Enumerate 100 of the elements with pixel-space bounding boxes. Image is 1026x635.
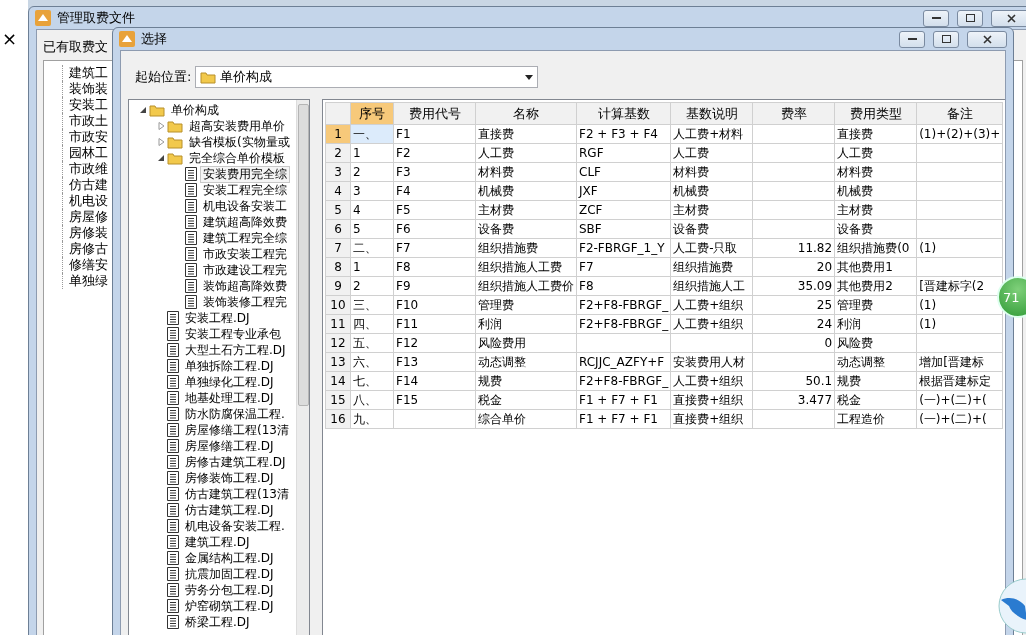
tree-item[interactable]: 大型土石方工程.DJ [182,341,289,359]
column-header[interactable]: 名称 [475,102,577,125]
list-item[interactable]: 园林工 [62,145,108,161]
list-item[interactable]: 仿古建 [62,177,108,193]
document-icon [167,487,179,501]
tree-item[interactable]: 单独拆除工程.DJ [182,357,277,375]
document-icon [185,279,197,293]
maximize-button[interactable] [933,30,959,48]
document-icon [185,231,197,245]
document-icon [185,263,197,277]
group-title: 已有取费文 [43,38,108,56]
tree-item[interactable]: 劳务分包工程.DJ [182,581,277,599]
folder-icon [167,135,183,149]
minimize-icon [931,16,941,20]
tree-item[interactable]: 房屋修缮工程.DJ [182,437,277,455]
location-dropdown[interactable]: 单价构成 [195,66,539,88]
tree-item[interactable]: 建筑工程.DJ [182,533,253,551]
collapse-icon[interactable] [157,154,165,162]
tree-item[interactable]: 完全综合单价模板 [186,149,288,167]
tree-item[interactable]: 装饰装修工程完 [200,293,290,311]
tree-item[interactable]: 仿古建筑工程(13清 [182,485,292,503]
document-icon [167,343,179,357]
tree-item[interactable]: 安装工程专业承包 [182,325,284,343]
tree-item[interactable]: 防水防腐保温工程. [182,405,288,423]
document-icon [167,567,179,581]
column-header[interactable]: 备注 [916,102,1003,125]
document-icon [185,183,197,197]
document-icon [167,359,179,373]
document-icon [167,439,179,453]
column-header[interactable]: 计算基数 [576,102,671,125]
tree-item[interactable]: 安装工程.DJ [182,309,253,327]
document-icon [185,167,197,181]
list-item[interactable]: 房修古 [62,241,108,257]
list-item[interactable]: 修缮安 [62,257,108,273]
document-icon [167,327,179,341]
list-item[interactable]: 房屋修 [62,209,108,225]
list-item[interactable]: 市政安 [62,129,108,145]
document-icon [167,391,179,405]
document-icon [167,519,179,533]
maximize-button[interactable] [957,9,983,27]
column-header[interactable]: 基数说明 [670,102,753,125]
expand-icon[interactable] [157,122,165,130]
bird-icon[interactable] [997,578,1026,634]
collapse-icon[interactable] [139,106,147,114]
column-header[interactable]: 序号 [350,102,394,125]
close-icon [1006,13,1016,23]
tree-item[interactable]: 房屋修缮工程(13清 [182,421,292,439]
tree-item[interactable]: 市政安装工程完 [200,245,290,263]
tree-item[interactable]: 缺省模板(实物量或 [186,133,293,151]
list-item[interactable]: 建筑工 [62,65,108,81]
document-icon [167,311,179,325]
window-title: 管理取费文件 [57,9,135,27]
tree-item[interactable]: 地基处理工程.DJ [182,389,277,407]
tree-item[interactable]: 建筑工程完全综 [200,229,290,247]
tree-item[interactable]: 建筑超高降效费 [200,213,290,231]
column-header[interactable]: 费率 [752,102,835,125]
close-icon [982,34,992,44]
column-header[interactable]: 费用类型 [834,102,917,125]
minimize-button[interactable] [923,9,949,27]
list-item[interactable]: 房修装 [62,225,108,241]
document-icon [185,199,197,213]
document-icon [167,471,179,485]
location-label: 起始位置: [135,68,192,86]
tree-item[interactable]: 市政建设工程完 [200,261,290,279]
document-icon [167,423,179,437]
tree-item[interactable]: 单独绿化工程.DJ [182,373,277,391]
document-icon [167,535,179,549]
list-item[interactable]: 市政维 [62,161,108,177]
document-icon [167,375,179,389]
table-corner [325,102,351,125]
tree-item[interactable]: 安装费用完全综 [200,165,290,183]
document-icon [167,407,179,421]
document-icon [167,551,179,565]
close-glyph[interactable]: × [2,28,18,49]
tree-item[interactable]: 房修装饰工程.DJ [182,469,277,487]
minimize-button[interactable] [899,30,925,48]
list-item[interactable]: 机电设 [62,193,108,209]
tree-item[interactable]: 抗震加固工程.DJ [182,565,277,583]
tree-item[interactable]: 桥梁工程.DJ [182,613,253,631]
tree-item[interactable]: 炉窑砌筑工程.DJ [182,597,277,615]
folder-icon [167,151,183,165]
tree-item[interactable]: 金属结构工程.DJ [182,549,277,567]
tree-item[interactable]: 机电设备安装工 [200,197,290,215]
tree-item[interactable]: 房修古建筑工程.DJ [182,453,289,471]
minimize-icon [907,37,917,41]
list-item[interactable]: 装饰装 [62,81,108,97]
list-item[interactable]: 市政土 [62,113,108,129]
tree-item[interactable]: 仿古建筑工程.DJ [182,501,277,519]
tree-item[interactable]: 装饰超高降效费 [200,277,290,295]
list-item[interactable]: 安装工 [62,97,108,113]
tree-item[interactable]: 超高安装费用单价 [186,117,288,135]
list-item[interactable]: 单独绿 [62,273,108,289]
close-button[interactable] [991,9,1026,27]
folder-icon [167,119,183,133]
tree-item[interactable]: 单价构成 [168,101,222,119]
column-header[interactable]: 费用代号 [393,102,476,125]
expand-icon[interactable] [157,138,165,146]
close-button[interactable] [967,30,1007,48]
tree-item[interactable]: 安装工程完全综 [200,181,290,199]
tree-item[interactable]: 机电设备安装工程. [182,517,288,535]
